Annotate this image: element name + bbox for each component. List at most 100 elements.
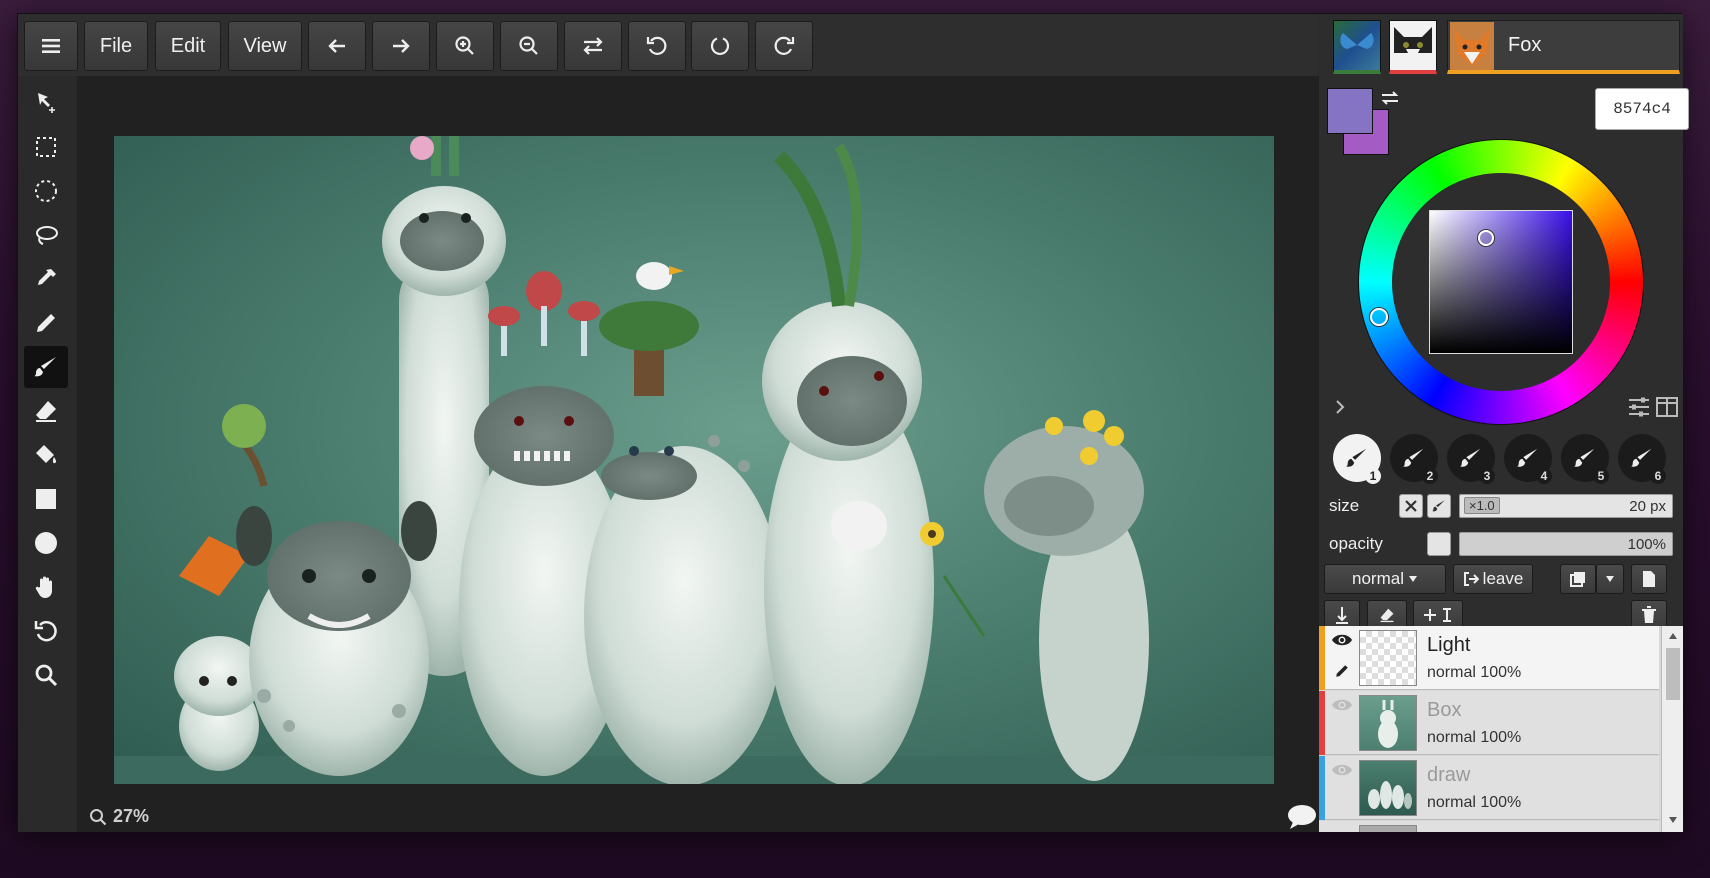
- undo-arrow-icon: [328, 39, 345, 53]
- zoom-in-icon: [455, 36, 474, 55]
- eye-icon: [1332, 764, 1352, 776]
- ellipse-tool[interactable]: [24, 522, 68, 564]
- rotate-right-icon: [774, 36, 795, 55]
- user-avatar-cat[interactable]: [1389, 20, 1437, 74]
- layer-thumbnail: [1359, 825, 1417, 832]
- brush-icon: [1630, 448, 1652, 467]
- fox-face-icon: [1454, 27, 1490, 66]
- layer-visibility-toggle[interactable]: [1331, 762, 1353, 783]
- expand-panel-button[interactable]: [1333, 398, 1347, 421]
- pencil-icon: [1336, 665, 1348, 677]
- artwork-canvas[interactable]: [114, 136, 1274, 784]
- brush-icon: [34, 357, 56, 377]
- scroll-thumb[interactable]: [1666, 648, 1680, 700]
- lasso-icon: [36, 226, 58, 245]
- color-wheel[interactable]: [1358, 139, 1644, 425]
- main-menu-button[interactable]: [24, 21, 78, 71]
- brush-slot-5[interactable]: 5: [1561, 434, 1609, 484]
- zoom-tool[interactable]: [24, 654, 68, 696]
- layer-options-dropdown[interactable]: [1596, 564, 1624, 594]
- pencil-icon: [37, 314, 55, 332]
- opacity-value: 100%: [1627, 536, 1666, 553]
- rotate-right-button[interactable]: [755, 21, 813, 71]
- hamburger-icon: [42, 39, 60, 53]
- layer-color-bar: [1319, 691, 1325, 755]
- eraser-tool[interactable]: [24, 390, 68, 432]
- size-pressure-toggle[interactable]: [1399, 494, 1423, 518]
- saturation-value-square[interactable]: [1429, 210, 1573, 354]
- brush-slot-2[interactable]: 2: [1390, 434, 1438, 484]
- size-brush-toggle[interactable]: [1427, 494, 1451, 518]
- eyedropper-tool[interactable]: [24, 258, 68, 300]
- flip-horizontal-button[interactable]: [564, 21, 622, 71]
- opacity-pressure-toggle[interactable]: [1427, 532, 1451, 556]
- layer-item[interactable]: Light normal 100%: [1319, 626, 1659, 690]
- trash-icon: [1642, 606, 1656, 623]
- reset-rotation-button[interactable]: [691, 21, 749, 71]
- undo-button[interactable]: [308, 21, 366, 71]
- layer-name: Light: [1427, 634, 1471, 656]
- rectangle-tool[interactable]: [24, 478, 68, 520]
- edit-menu-button[interactable]: Edit: [155, 21, 221, 71]
- layer-item[interactable]: draw normal 100%: [1319, 756, 1659, 820]
- brush-slot-number: 2: [1422, 468, 1438, 484]
- move-tool[interactable]: [24, 82, 68, 124]
- size-value: 20 px: [1629, 498, 1666, 515]
- brush-icon: [1345, 448, 1367, 467]
- duplicate-layer-button[interactable]: [1560, 564, 1596, 594]
- view-menu-button[interactable]: View: [228, 21, 302, 71]
- opacity-slider[interactable]: 100%: [1459, 532, 1673, 556]
- hue-picker-handle[interactable]: [1370, 308, 1388, 326]
- brush-tool[interactable]: [24, 346, 68, 388]
- new-file-icon: [1643, 571, 1655, 587]
- redo-button[interactable]: [372, 21, 430, 71]
- layer-mode: normal 100%: [1427, 729, 1522, 746]
- layer-thumbnail: [1359, 695, 1417, 751]
- size-slider[interactable]: ×1.0 20 px: [1459, 494, 1673, 518]
- lasso-tool[interactable]: [24, 214, 68, 256]
- zoom-out-button[interactable]: [500, 21, 558, 71]
- layer-scrollbar[interactable]: [1661, 626, 1683, 832]
- magnifier-icon: [90, 808, 107, 825]
- rect-select-tool[interactable]: [24, 126, 68, 168]
- sv-picker-handle[interactable]: [1478, 230, 1494, 246]
- zoom-in-button[interactable]: [436, 21, 494, 71]
- file-menu-button[interactable]: File: [84, 21, 148, 71]
- color-sliders-button[interactable]: [1627, 396, 1651, 423]
- hex-color-input[interactable]: 8574c4: [1595, 88, 1689, 130]
- layer-thumbnail: [1359, 630, 1417, 686]
- brush-slot-4[interactable]: 4: [1504, 434, 1552, 484]
- ellipse-select-tool[interactable]: [24, 170, 68, 212]
- scroll-up-icon: [1669, 633, 1677, 639]
- layer-mode: normal 100%: [1427, 794, 1522, 811]
- blend-mode-dropdown[interactable]: normal: [1324, 564, 1446, 594]
- brush-slot-6[interactable]: 6: [1618, 434, 1666, 484]
- chat-button[interactable]: [1287, 804, 1317, 835]
- canvas-viewport[interactable]: 27%: [77, 76, 1337, 832]
- swap-arrows-icon: [1381, 91, 1399, 105]
- primary-color-swatch[interactable]: [1327, 88, 1373, 134]
- size-multiplier[interactable]: ×1.0: [1464, 497, 1500, 514]
- chat-bubble-icon: [1288, 805, 1316, 829]
- pen-tool[interactable]: [24, 302, 68, 344]
- cat-face-icon: [1394, 27, 1432, 63]
- new-layer-button[interactable]: [1631, 564, 1667, 594]
- rotate-tool[interactable]: [24, 610, 68, 652]
- layer-item[interactable]: Box normal 100%: [1319, 691, 1659, 755]
- leave-button[interactable]: leave: [1453, 564, 1533, 594]
- hand-tool[interactable]: [24, 566, 68, 608]
- brush-slot-1[interactable]: 1: [1333, 434, 1381, 484]
- user-tab-fox[interactable]: Fox: [1447, 20, 1680, 74]
- layer-visibility-toggle[interactable]: [1331, 697, 1353, 718]
- layer-mode: normal 100%: [1427, 664, 1522, 681]
- rotate-left-button[interactable]: [628, 21, 686, 71]
- circle-icon: [35, 532, 57, 554]
- layer-visibility-toggle[interactable]: [1331, 632, 1353, 653]
- swap-colors-button[interactable]: [1379, 88, 1401, 113]
- dashed-ellipse-icon: [35, 180, 57, 202]
- panel-layout-button[interactable]: [1655, 396, 1679, 423]
- brush-slot-3[interactable]: 3: [1447, 434, 1495, 484]
- user-avatar-butterfly[interactable]: [1333, 20, 1381, 74]
- fill-tool[interactable]: [24, 434, 68, 476]
- layer-item[interactable]: [1319, 821, 1659, 832]
